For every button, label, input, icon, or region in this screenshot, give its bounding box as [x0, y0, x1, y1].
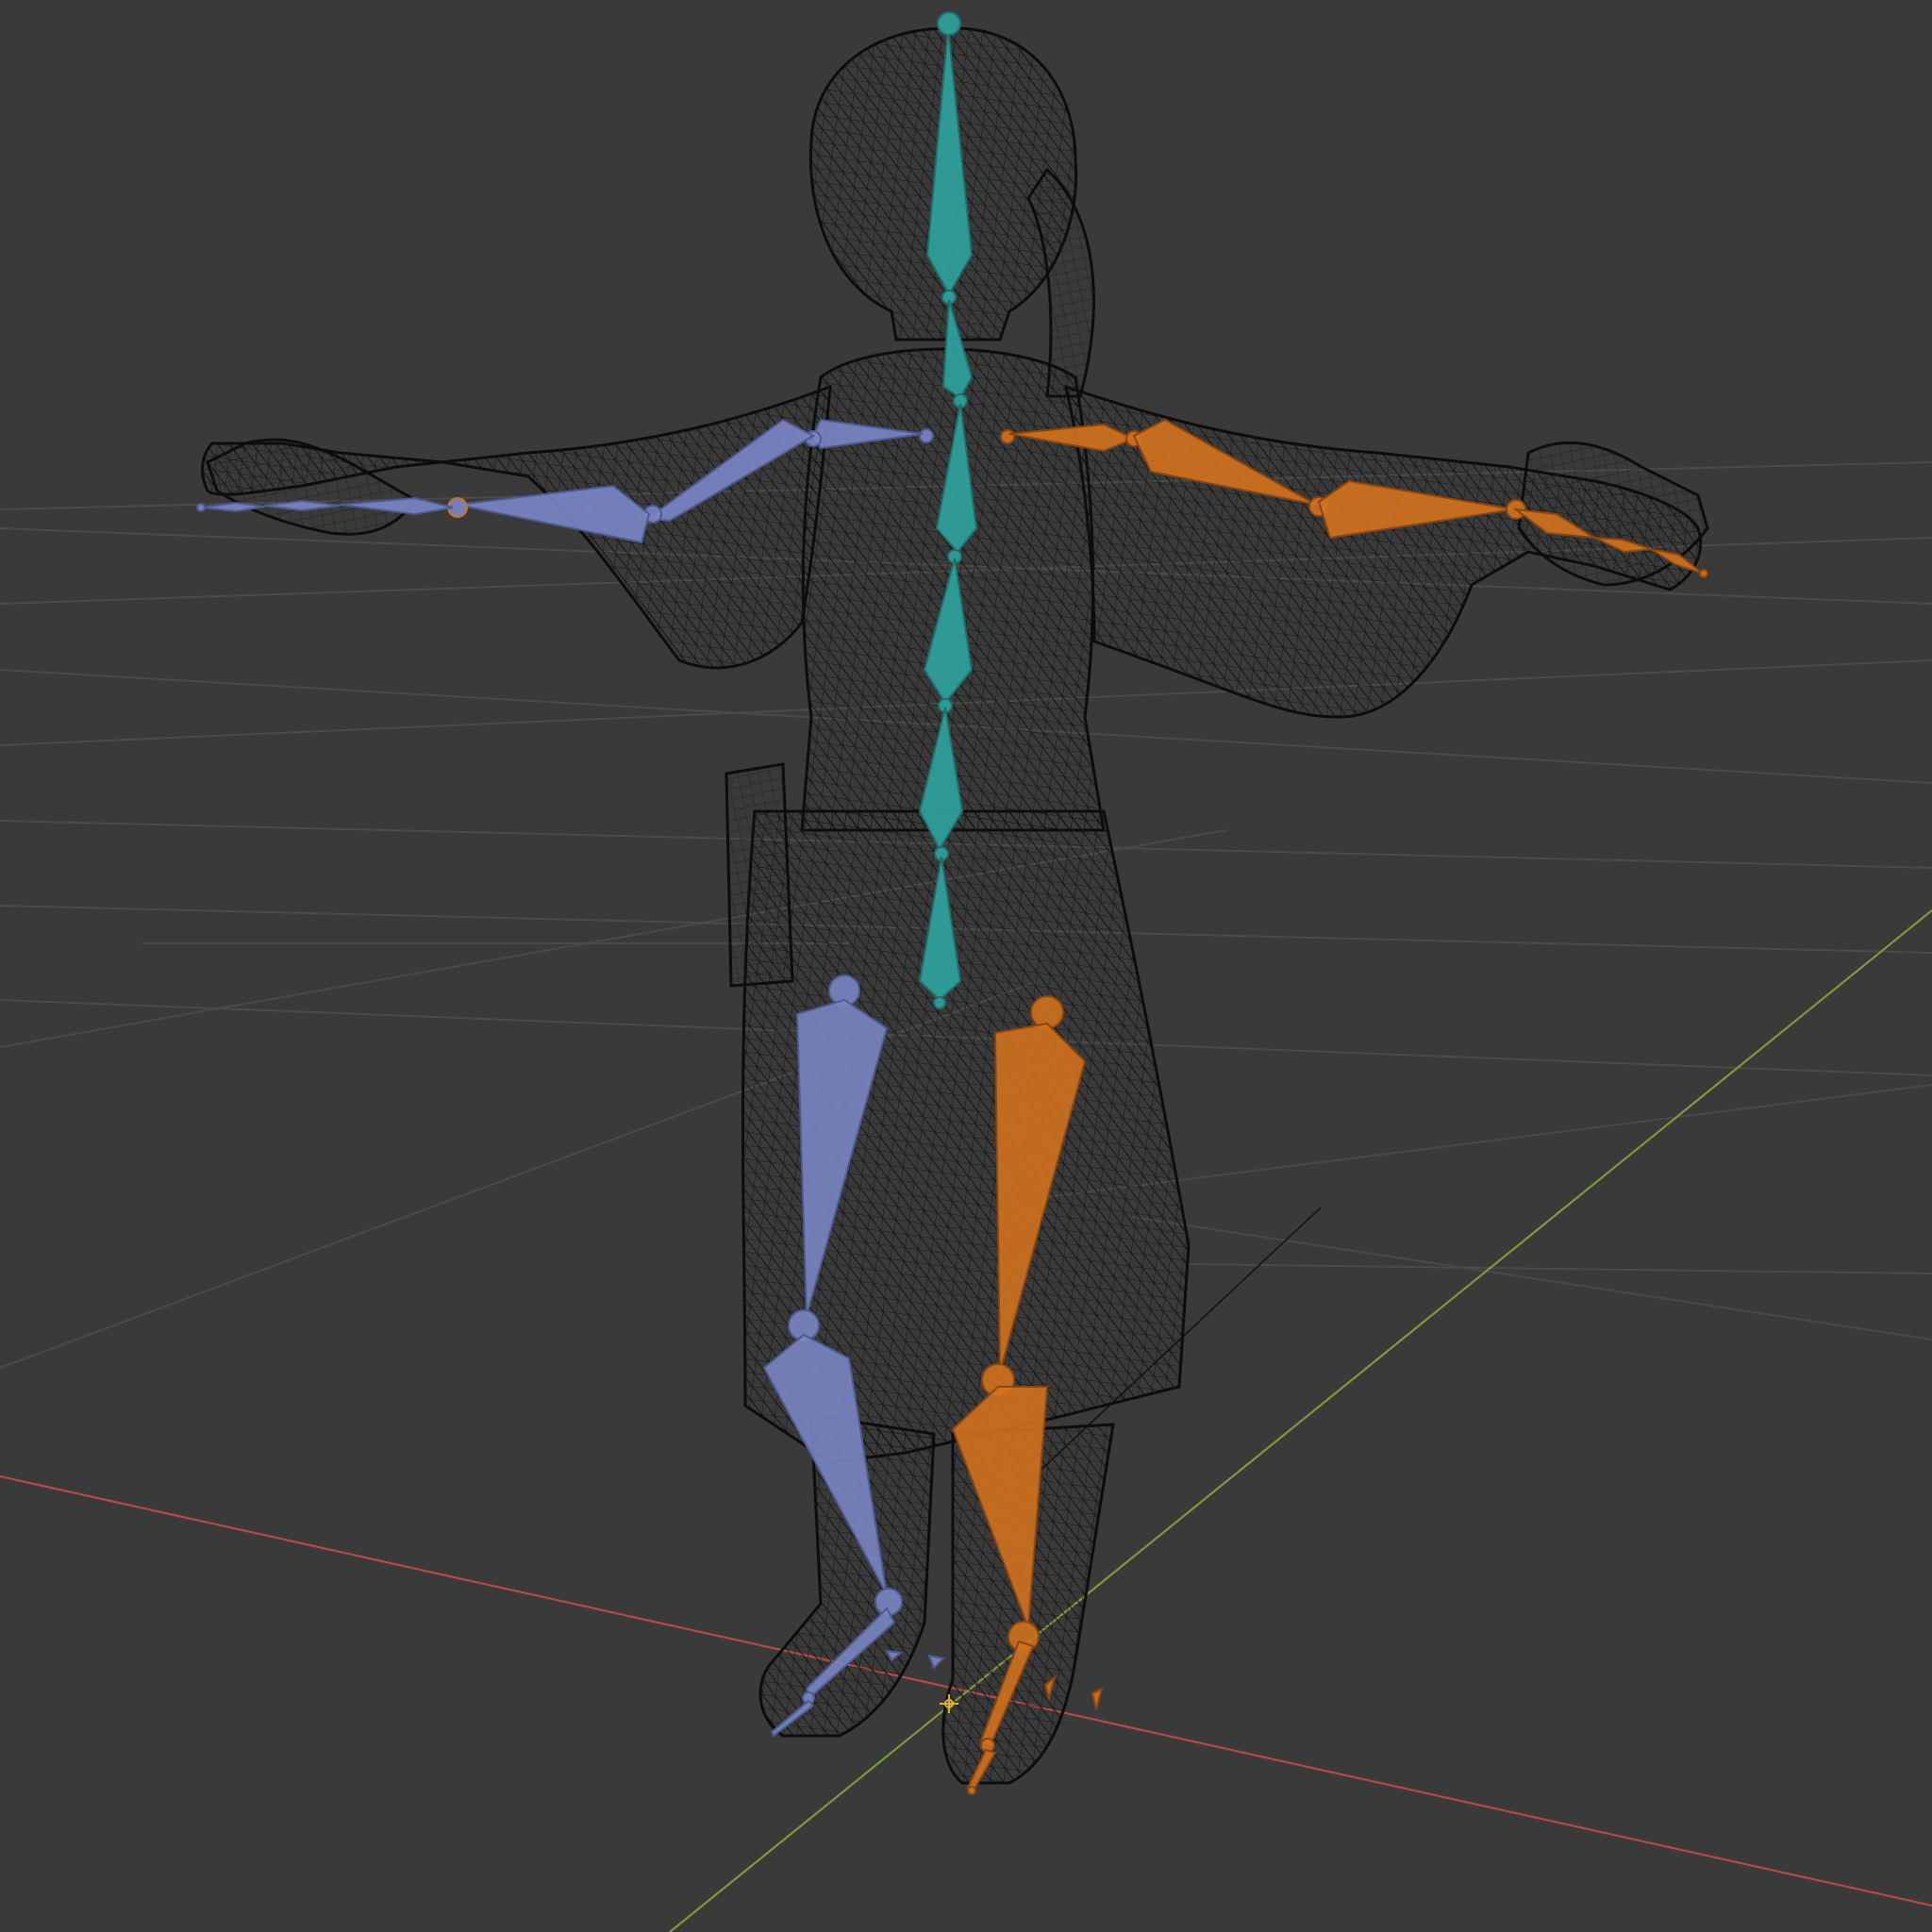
viewport-canvas[interactable] — [0, 0, 1932, 1932]
mesh-belt-pouch — [724, 762, 794, 988]
3d-viewport[interactable] — [0, 0, 1932, 1932]
bone-left-heel-2[interactable] — [927, 1654, 946, 1670]
bone-right-heel-2[interactable] — [1091, 1687, 1104, 1710]
bone-head-tip[interactable] — [937, 11, 961, 36]
mesh-left-arm — [201, 384, 832, 670]
bone-left-forearm[interactable] — [457, 484, 651, 544]
joint-right-fingertip[interactable] — [1699, 569, 1708, 578]
joint-left-shoulder[interactable] — [919, 428, 934, 443]
character-mesh[interactable] — [201, 26, 1709, 1785]
joint-hips[interactable] — [933, 996, 946, 1009]
joint-left-fingertip[interactable] — [196, 503, 206, 512]
joint-right-toe-tip[interactable] — [967, 1786, 976, 1795]
joint-right-shoulder[interactable] — [1000, 429, 1015, 444]
mesh-left-hand — [206, 438, 418, 536]
